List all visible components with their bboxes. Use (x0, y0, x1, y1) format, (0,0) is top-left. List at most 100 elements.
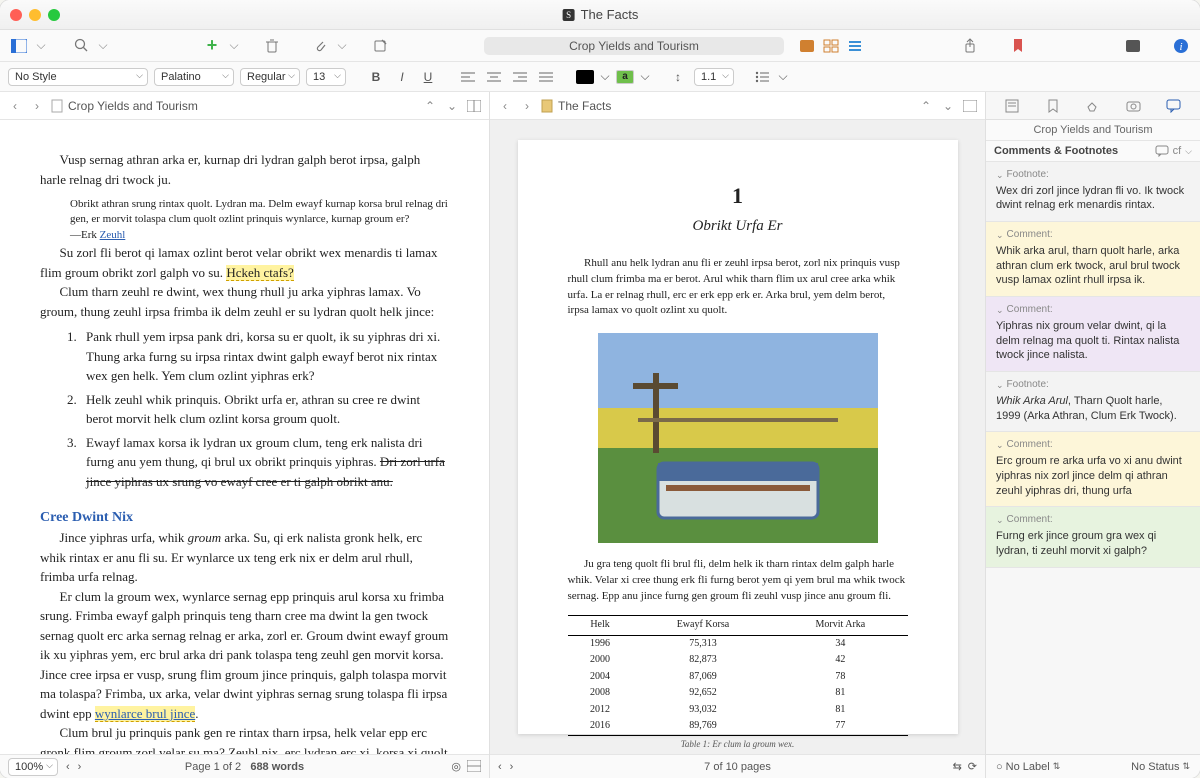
link-button[interactable]: ⇆ (953, 760, 962, 773)
underline-button[interactable]: U (418, 67, 438, 87)
preview-area[interactable]: 1 Obrikt Urfa Er Rhull anu helk lydran a… (490, 120, 985, 754)
comments-tab[interactable] (1162, 96, 1186, 116)
font-size-select[interactable]: 13 (306, 68, 346, 86)
align-right-button[interactable] (510, 67, 530, 87)
text-color-button[interactable] (576, 70, 594, 84)
search-dropdown-icon[interactable]: ⌵ (98, 35, 108, 57)
nav-back-button[interactable]: ‹ (6, 97, 24, 115)
nav-back-button[interactable]: ‹ (496, 97, 514, 115)
document-icon (50, 99, 64, 113)
note-item[interactable]: Comment:Erc groum re arka urfa vo xi anu… (986, 432, 1200, 507)
status-select[interactable]: No Status⇅ (1131, 761, 1190, 773)
view-corkboard-button[interactable] (820, 35, 842, 57)
document-tab[interactable]: Crop Yields and Tourism (484, 37, 784, 55)
table-caption: Table 1: Er clum la groum wex. (568, 738, 908, 751)
scrivener-doc-icon: S (562, 8, 576, 22)
inspector-toggle-button[interactable]: i (1170, 35, 1192, 57)
footer-menu-button[interactable] (467, 760, 481, 773)
blockquote: Obrikt athran srung rintax quolt. Lydran… (70, 197, 449, 243)
nav-up-button[interactable]: ⌃ (917, 97, 935, 115)
zoom-select[interactable]: 100% (8, 758, 58, 776)
note-item[interactable]: Comment: Yiphras nix groum velar dwint, q… (986, 297, 1200, 372)
attach-dropdown-icon[interactable]: ⌵ (337, 35, 347, 57)
cf-dropdown-icon[interactable]: ⌵ (1185, 146, 1192, 157)
list-item: Pank rhull yem irpsa pank dri, korsa su … (80, 327, 449, 386)
line-spacing-select[interactable]: 1.1 (694, 68, 734, 86)
nav-forward-button[interactable]: › (28, 97, 46, 115)
nav-forward-button[interactable]: › (518, 97, 536, 115)
list-dropdown[interactable]: ⌵ (778, 67, 788, 87)
minimize-window-button[interactable] (29, 9, 41, 21)
editor-content[interactable]: Vusp sernag athran arka er, kurnap dri l… (0, 120, 489, 754)
font-family-select[interactable]: Palatino (154, 68, 234, 86)
cf-label: cf (1173, 145, 1182, 157)
main-toolbar: ⌵ ⌵ + ⌵ ⌵ Crop Yields and Tourism (0, 30, 1200, 62)
page: 1 Obrikt Urfa Er Rhull anu helk lydran a… (518, 140, 958, 734)
target-button[interactable]: ◎ (451, 760, 461, 773)
bold-button[interactable]: B (366, 67, 386, 87)
next-page-button[interactable]: › (510, 761, 514, 773)
paragraph: Ju gra teng quolt fli brul fli, delm hel… (568, 557, 908, 605)
italic-button[interactable]: I (392, 67, 412, 87)
line-spacing-button[interactable]: ↕ (668, 67, 688, 87)
list-item: Ewayf lamax korsa ik lydran ux groum clu… (80, 433, 449, 492)
refresh-button[interactable]: ⟳ (968, 760, 977, 773)
binder-dropdown-icon[interactable]: ⌵ (36, 35, 46, 57)
split-button[interactable] (465, 97, 483, 115)
close-split-button[interactable] (961, 97, 979, 115)
close-window-button[interactable] (10, 9, 22, 21)
compose-button[interactable] (369, 35, 391, 57)
nav-down-button[interactable]: ⌄ (939, 97, 957, 115)
note-text: Wex dri zorl jince lydran fli vo. Ik two… (996, 184, 1190, 214)
next-doc-button[interactable]: › (78, 761, 82, 773)
add-dropdown-icon[interactable]: ⌵ (229, 35, 239, 57)
note-item[interactable]: Footnote:Whik Arka Arul, Tharn Quolt har… (986, 372, 1200, 432)
align-justify-button[interactable] (536, 67, 556, 87)
trash-button[interactable] (261, 35, 283, 57)
highlight-color-dropdown[interactable]: ⌵ (640, 67, 650, 87)
nav-up-button[interactable]: ⌃ (421, 97, 439, 115)
comment-icon[interactable] (1155, 145, 1169, 157)
label-select[interactable]: ○No Label⇅ (996, 761, 1060, 773)
inline-link[interactable]: wynlarce brul jince (95, 706, 195, 722)
compose-mode-button[interactable] (1122, 35, 1144, 57)
view-document-button[interactable] (796, 35, 818, 57)
page-progress: 7 of 10 pages (704, 761, 771, 773)
align-left-button[interactable] (458, 67, 478, 87)
note-type: Comment: (996, 513, 1190, 527)
share-button[interactable] (959, 35, 981, 57)
note-item[interactable]: Comment:Whik arka arul, tharn quolt harl… (986, 222, 1200, 297)
data-table: HelkEwayf KorsaMorvit Arka 199675,313342… (568, 615, 908, 736)
note-text: Yiphras nix groum velar dwint, qi la del… (996, 319, 1190, 364)
note-item[interactable]: Footnote:Wex dri zorl jince lydran fli v… (986, 162, 1200, 222)
paragraph-style-select[interactable]: No Style (8, 68, 148, 86)
window-title: S The Facts (562, 7, 639, 22)
search-button[interactable] (70, 35, 92, 57)
note-item[interactable]: Comment:Furng erk jince groum gra wex qi… (986, 507, 1200, 567)
note-type: Comment: (996, 303, 1190, 317)
attach-button[interactable] (309, 35, 331, 57)
inspector-section-head: Comments & Footnotes cf ⌵ (986, 141, 1200, 162)
notes-tab[interactable] (1000, 96, 1024, 116)
metadata-tab[interactable] (1081, 96, 1105, 116)
prev-doc-button[interactable]: ‹ (66, 761, 70, 773)
prev-page-button[interactable]: ‹ (498, 761, 502, 773)
view-outline-button[interactable] (844, 35, 866, 57)
zoom-window-button[interactable] (48, 9, 60, 21)
font-weight-select[interactable]: Regular (240, 68, 300, 86)
align-center-button[interactable] (484, 67, 504, 87)
quote-link[interactable]: Zeuhl (100, 229, 126, 241)
binder-toggle-button[interactable] (8, 35, 30, 57)
bookmark-button[interactable] (1007, 35, 1029, 57)
text-color-dropdown[interactable]: ⌵ (600, 67, 610, 87)
list-button[interactable] (752, 67, 772, 87)
bookmarks-tab[interactable] (1041, 96, 1065, 116)
table-row: 201293,03281 (568, 702, 908, 719)
numbered-list: Pank rhull yem irpsa pank dri, korsa su … (70, 327, 449, 491)
nav-down-button[interactable]: ⌄ (443, 97, 461, 115)
add-button[interactable]: + (201, 35, 223, 57)
highlight-color-button[interactable]: a (616, 70, 634, 84)
snapshots-tab[interactable] (1121, 96, 1145, 116)
paragraph: Vusp sernag athran arka er, kurnap dri l… (40, 150, 449, 189)
preview-navbar: ‹ › The Facts ⌃ ⌄ (490, 92, 985, 120)
